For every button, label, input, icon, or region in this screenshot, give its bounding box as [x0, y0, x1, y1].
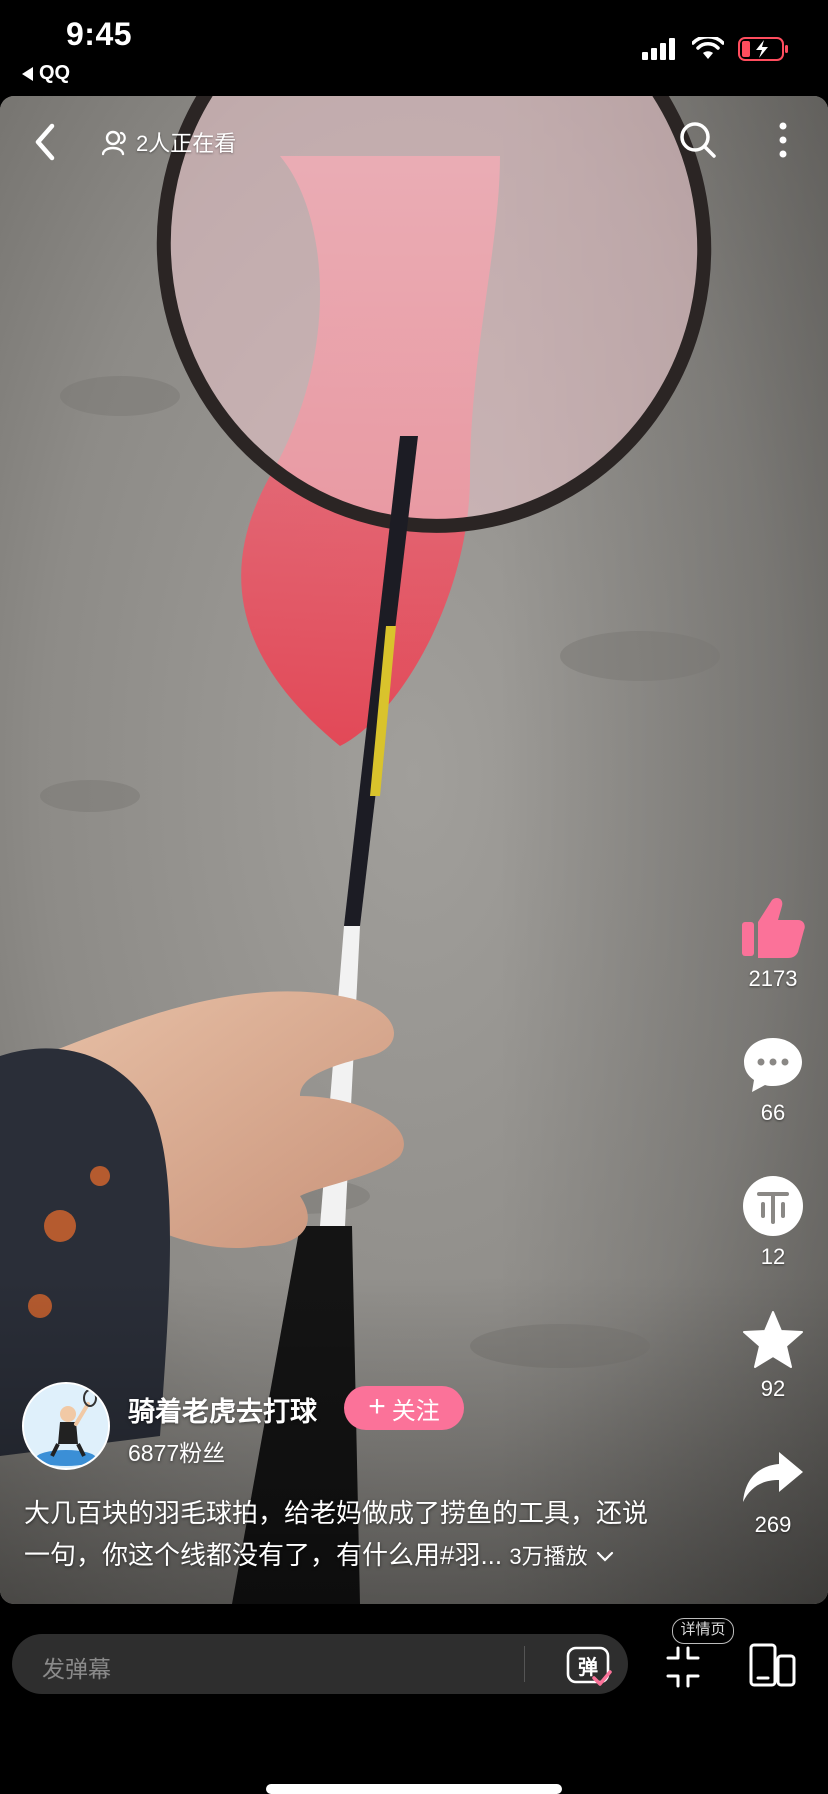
back-triangle-icon: [22, 66, 33, 81]
coin-button[interactable]: 12: [718, 1174, 828, 1270]
danmaku-toggle-icon[interactable]: 弹: [564, 1644, 612, 1688]
coin-icon: [743, 1176, 803, 1236]
status-time: 9:45: [66, 16, 133, 52]
like-count: 2173: [748, 966, 798, 991]
author-info: 骑着老虎去打球 6877粉丝 + 关注: [22, 1382, 622, 1478]
coin-count: 12: [760, 1244, 786, 1269]
avatar-illustration: [24, 1384, 108, 1468]
comment-button[interactable]: 66: [718, 1036, 828, 1126]
bottom-bar: 发弹幕 弹 详情页: [0, 1604, 828, 1792]
author-name[interactable]: 骑着老虎去打球: [128, 1390, 317, 1429]
description-line-1: 大几百块的羽毛球拍，给老妈做成了捞鱼的工具，还说: [24, 1498, 649, 1528]
search-icon[interactable]: [676, 118, 720, 162]
like-button[interactable]: 2173: [718, 896, 828, 992]
share-button[interactable]: 269: [718, 1448, 828, 1538]
device-switch-icon[interactable]: [748, 1642, 796, 1688]
status-bar: 9:45 QQ: [0, 0, 828, 96]
video-player[interactable]: 2人正在看 2173 66 12 92 269 骑着老虎去打球 6877粉丝 +…: [0, 96, 828, 1604]
share-arrow-icon: [743, 1452, 803, 1502]
back-chevron-icon[interactable]: [26, 118, 66, 166]
details-page-tip: 详情页: [672, 1618, 734, 1644]
comment-bubble-icon: [744, 1038, 802, 1092]
danmaku-input[interactable]: 发弹幕 弹: [12, 1634, 628, 1694]
people-icon: [102, 130, 126, 156]
wifi-icon: [692, 37, 724, 59]
video-frame-image: [0, 96, 828, 1604]
share-count: 269: [754, 1512, 792, 1537]
danmaku-toggle-label: 弹: [578, 1655, 598, 1679]
status-icons: [642, 36, 790, 62]
description-line-2: 一句，你这个线都没有了，有什么用#羽...: [24, 1540, 503, 1570]
comment-count: 66: [760, 1100, 786, 1125]
star-icon: [743, 1311, 803, 1368]
favorite-count: 92: [760, 1376, 786, 1401]
danmaku-placeholder: 发弹幕: [42, 1656, 111, 1682]
watchers-count: 2人正在看: [136, 131, 237, 156]
thumbs-up-icon: [742, 898, 805, 958]
battery-charging-icon: [738, 37, 788, 61]
cellular-signal-icon: [642, 38, 675, 60]
follow-label: 关注: [391, 1397, 440, 1425]
home-indicator[interactable]: [266, 1784, 562, 1794]
chevron-down-icon[interactable]: [595, 1550, 615, 1564]
video-top-controls: 2人正在看: [0, 96, 828, 186]
side-action-bar: 2173 66 12 92 269: [718, 96, 828, 1604]
avatar[interactable]: [22, 1382, 110, 1470]
back-app-label: QQ: [39, 62, 71, 84]
collapse-arrows-icon[interactable]: [664, 1646, 702, 1688]
favorite-button[interactable]: 92: [718, 1310, 828, 1402]
follow-button[interactable]: + 关注: [344, 1386, 464, 1430]
input-divider: [524, 1646, 525, 1682]
back-to-app-link[interactable]: QQ: [22, 62, 70, 85]
fans-count: 6877粉丝: [128, 1440, 226, 1466]
play-count: 3万播放: [509, 1544, 588, 1569]
plus-icon: +: [368, 1389, 386, 1423]
video-description[interactable]: 大几百块的羽毛球拍，给老妈做成了捞鱼的工具，还说 一句，你这个线都没有了，有什么…: [24, 1492, 714, 1578]
